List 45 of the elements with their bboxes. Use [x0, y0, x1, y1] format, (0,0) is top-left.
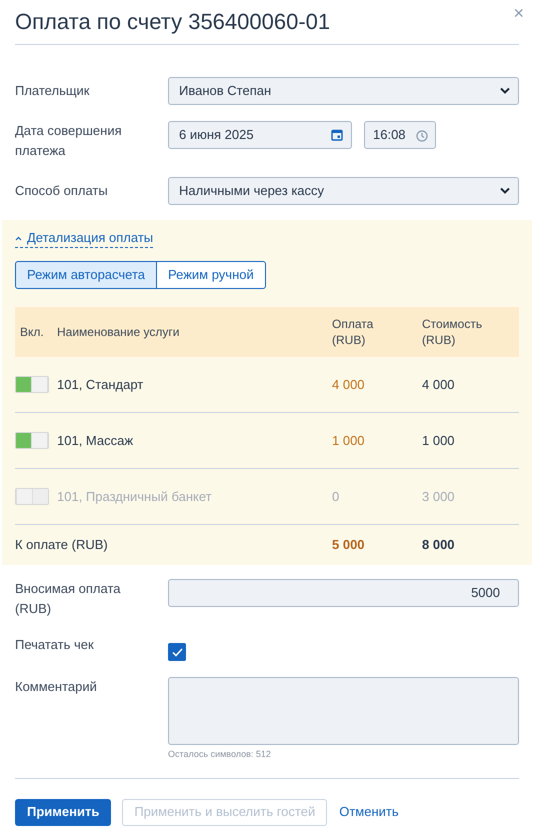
column-header: Оплата (RUB)	[332, 316, 374, 348]
column-header: Вкл.	[19, 324, 45, 340]
cost-amount: 4 000	[422, 376, 456, 394]
chevron-down-icon	[500, 88, 510, 94]
mode-tab[interactable]: Режим авторасчета	[15, 261, 158, 289]
service-name: 101, Праздничный банкет	[57, 488, 213, 506]
cancel-link[interactable]: Отменить	[338, 798, 400, 826]
date-field[interactable]: 6 июня 2025	[168, 121, 352, 149]
total-payment: 5 000	[332, 536, 366, 554]
payer-select[interactable]: Иванов Степан	[168, 77, 519, 105]
toggle-switch[interactable]	[15, 488, 49, 505]
payment-method-select[interactable]: Наличными через кассу	[168, 177, 519, 205]
toggle-switch[interactable]	[15, 432, 49, 449]
caret-icon	[15, 236, 22, 240]
time-field[interactable]: 16:08	[364, 121, 436, 149]
field-label: Комментарий	[15, 678, 98, 696]
comment-field[interactable]	[168, 677, 519, 745]
total-label: К оплате (RUB)	[15, 536, 109, 554]
checkmark-icon	[172, 648, 182, 656]
service-name: 101, Массаж	[57, 432, 134, 450]
field-label: Способ оплаты	[15, 182, 109, 200]
calendar-icon	[331, 129, 343, 141]
action-button[interactable]: Применить	[15, 798, 112, 826]
field-label: Вносимая оплата (RUB)	[15, 580, 122, 618]
field-label: Плательщик	[15, 82, 90, 100]
details-toggle-link[interactable]: Детализация оплаты	[15, 229, 154, 248]
dialog-title: Оплата по счету 356400060-01	[15, 8, 330, 36]
service-name: 101, Стандарт	[57, 376, 144, 394]
payment-amount: 1 000	[332, 432, 366, 450]
column-header: Стоимость (RUB)	[422, 316, 484, 348]
cost-amount: 1 000	[422, 432, 456, 450]
column-header: Наименование услуги	[57, 324, 180, 340]
chevron-down-icon	[500, 188, 510, 194]
clock-icon	[416, 130, 428, 142]
payment-amount: 4 000	[332, 376, 366, 394]
total-cost: 8 000	[422, 536, 456, 554]
character-counter: Осталось символов: 512	[168, 748, 272, 761]
print-checkbox[interactable]	[168, 643, 186, 661]
field-label: Дата совершения платежа	[15, 122, 123, 160]
cost-amount: 3 000	[422, 488, 456, 506]
field-label: Печатать чек	[15, 636, 95, 654]
amount-field[interactable]: 5000	[168, 579, 519, 607]
payment-amount: 0	[332, 488, 340, 506]
mode-tab[interactable]: Режим ручной	[156, 261, 266, 289]
toggle-switch[interactable]	[15, 376, 49, 393]
